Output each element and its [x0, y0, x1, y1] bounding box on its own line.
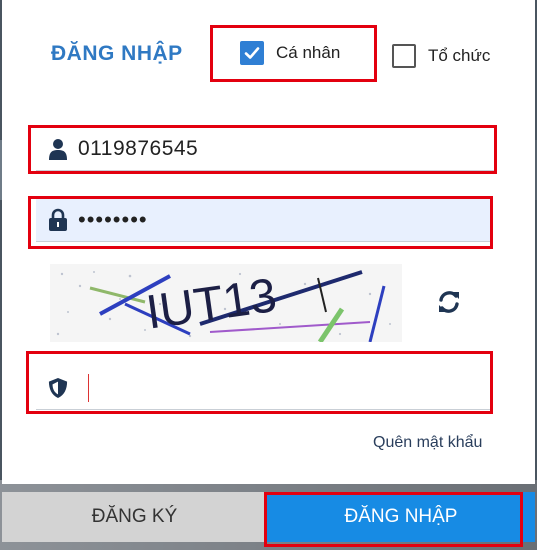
checkbox-unchecked[interactable] [392, 44, 416, 68]
shield-icon [48, 376, 68, 400]
account-type-label: Tổ chức [428, 46, 491, 65]
account-type-personal[interactable]: Cá nhân [240, 41, 340, 65]
checkmark-icon [244, 47, 260, 59]
refresh-captcha-icon[interactable] [434, 287, 464, 317]
text-caret [88, 373, 89, 402]
captcha-image: IUT13 [50, 264, 402, 342]
login-dialog: ĐĂNG NHẬP Cá nhân Tổ chức 0119876545 •••… [2, 0, 535, 484]
forgot-password-link[interactable]: Quên mật khẩu [373, 434, 482, 452]
account-type-organization[interactable]: Tổ chức [392, 44, 490, 68]
captcha-field[interactable] [36, 366, 491, 410]
lock-icon [48, 208, 68, 232]
login-button[interactable]: ĐĂNG NHẬP [267, 492, 535, 542]
dialog-title: ĐĂNG NHẬP [51, 42, 183, 65]
user-icon [48, 137, 68, 161]
username-input[interactable]: 0119876545 [78, 137, 198, 161]
username-field[interactable]: 0119876545 [36, 127, 496, 171]
register-button[interactable]: ĐĂNG KÝ [2, 492, 267, 542]
account-type-label: Cá nhân [276, 43, 341, 62]
checkbox-checked[interactable] [240, 41, 264, 65]
password-input[interactable]: •••••••• [78, 207, 148, 233]
password-field[interactable]: •••••••• [36, 198, 491, 242]
